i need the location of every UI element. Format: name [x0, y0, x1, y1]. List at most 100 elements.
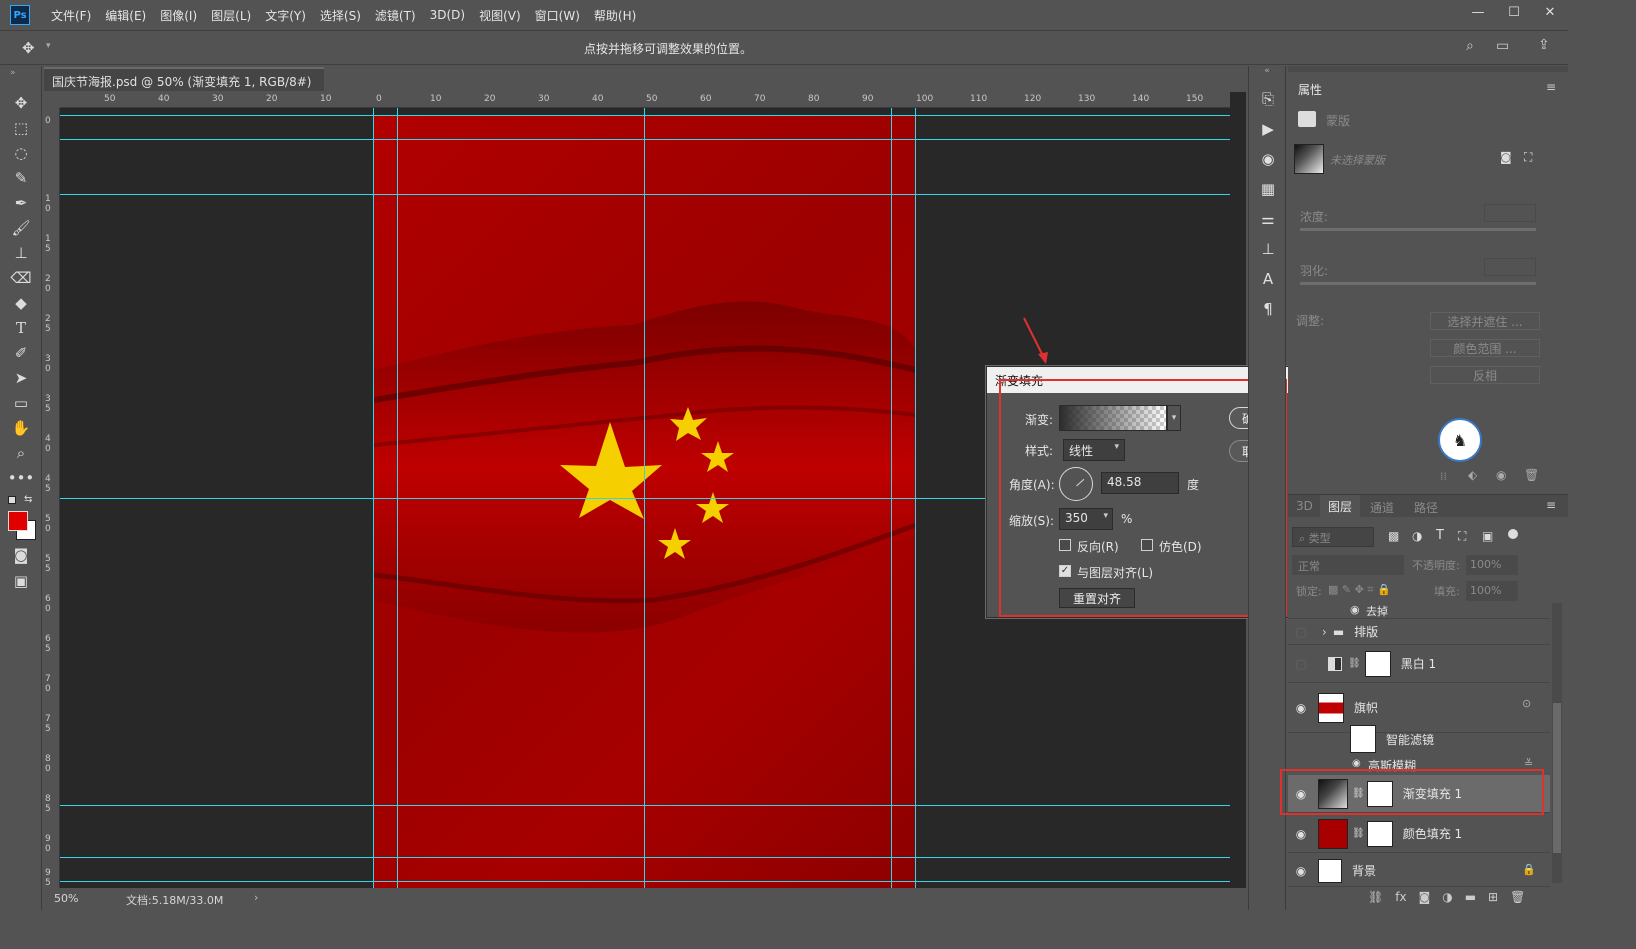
blend-mode-select[interactable]: 正常 [1292, 555, 1404, 575]
menu-file[interactable]: 文件(F) [44, 7, 98, 24]
opacity-input[interactable]: 100% [1466, 555, 1518, 575]
zoom-level[interactable]: 50% [54, 892, 78, 905]
marquee-icon[interactable]: ⬚ [0, 115, 42, 140]
trash-icon[interactable]: 🗑 [1524, 468, 1539, 482]
lasso-icon[interactable]: ◌ [0, 140, 42, 165]
paint-bucket-icon[interactable]: ◆ [0, 290, 42, 315]
trash-icon[interactable]: 🗑 [1510, 890, 1525, 904]
feather-slider[interactable] [1300, 282, 1536, 285]
layer-effect-row[interactable]: ◉ 去掉 [1288, 603, 1550, 619]
stamp-icon[interactable]: ⊥ [0, 240, 42, 265]
search-icon[interactable]: ⌕ [1466, 38, 1474, 54]
pen-icon[interactable]: ✐ [0, 340, 42, 365]
quick-mask-icon[interactable]: ◙ [0, 542, 42, 567]
new-group-icon[interactable]: ▬ [1465, 890, 1476, 904]
adjustment-layer-icon[interactable]: ◑ [1442, 890, 1452, 904]
new-layer-icon[interactable]: ⊞ [1488, 890, 1498, 904]
brush-icon[interactable]: 🖌 [0, 215, 42, 240]
link-layers-icon[interactable]: ⛓ [1368, 890, 1383, 904]
menu-window[interactable]: 窗口(W) [528, 7, 587, 24]
share-icon[interactable]: ⇪ [1538, 37, 1550, 53]
horizontal-ruler[interactable]: 50 40 30 20 10 0 10 20 30 40 50 60 70 80… [60, 92, 1230, 108]
filter-toggle-icon[interactable] [1508, 529, 1518, 539]
type-icon[interactable]: T [0, 315, 42, 340]
tab-paths[interactable]: 路径 [1414, 499, 1438, 516]
move-icon[interactable]: ✥ [0, 90, 42, 115]
rectangle-icon[interactable]: ▭ [0, 390, 42, 415]
default-colors-icon[interactable] [8, 496, 16, 504]
visibility-toggle[interactable]: ▢ [1288, 657, 1314, 671]
screen-mode-icon[interactable]: ▣ [0, 568, 42, 593]
guide-line[interactable] [60, 857, 1230, 858]
layer-row[interactable]: ◉ 背景 🔒 [1288, 855, 1550, 887]
character-icon[interactable]: A [1249, 264, 1287, 294]
fill-input[interactable]: 100% [1466, 581, 1518, 601]
smart-filter-icon[interactable]: ⊙ [1522, 697, 1531, 710]
collapse-icon[interactable]: « [1249, 66, 1285, 84]
layers-scrollbar[interactable] [1552, 603, 1562, 883]
guide-line[interactable] [60, 194, 1230, 195]
guide-line[interactable] [60, 139, 1230, 140]
stamp-panel-icon[interactable]: ⊥ [1249, 234, 1287, 264]
path-select-icon[interactable]: ➤ [0, 365, 42, 390]
eye-icon[interactable]: ◉ [1352, 758, 1361, 769]
background-thumbnail[interactable] [1318, 858, 1342, 883]
quick-select-icon[interactable]: ✎ [0, 165, 42, 190]
lock-icons[interactable]: ▩ ✎ ✥ ⌗ 🔒 [1328, 583, 1391, 597]
more-tools-icon[interactable]: ••• [0, 465, 42, 490]
vector-mask-icon[interactable]: ⛶ [1524, 150, 1532, 165]
layer-row[interactable]: ◉ ⛓ 颜色填充 1 [1288, 815, 1550, 853]
hand-icon[interactable]: ✋ [0, 415, 42, 440]
eye-icon[interactable]: ◉ [1288, 864, 1314, 878]
filter-adjust-icon[interactable]: ◑ [1412, 529, 1422, 543]
adjustments-icon[interactable]: ⚌ [1249, 204, 1287, 234]
workspace-icon[interactable]: ▭ [1496, 38, 1509, 54]
menu-image[interactable]: 图像(I) [153, 7, 204, 24]
color-palette-icon[interactable]: ◉ [1249, 144, 1287, 174]
vertical-ruler[interactable]: 0 1 0 1 5 2 0 2 5 3 0 3 5 4 0 4 5 5 0 5 … [44, 108, 60, 888]
eye-icon[interactable]: ◉ [1288, 701, 1314, 715]
fx-icon[interactable]: fx [1395, 890, 1406, 904]
zoom-icon[interactable]: ⌕ [0, 440, 42, 465]
eye-icon[interactable]: ◉ [1350, 603, 1360, 616]
visibility-toggle[interactable]: ▢ [1288, 625, 1314, 639]
invert-button[interactable]: 反相 [1430, 366, 1540, 384]
smart-object-thumbnail[interactable] [1318, 692, 1344, 723]
history-icon[interactable]: ⎘ [1249, 84, 1287, 114]
add-mask-icon[interactable]: ◙ [1419, 890, 1431, 904]
menu-select[interactable]: 选择(S) [313, 7, 368, 24]
collapse-icon[interactable]: » [0, 66, 41, 90]
scrollbar-thumb[interactable] [1553, 703, 1561, 853]
paragraph-icon[interactable]: ¶ [1249, 294, 1287, 324]
layer-row[interactable]: ▢ ⛓ 黑白 1 [1288, 645, 1550, 683]
density-input[interactable] [1484, 204, 1536, 222]
properties-tab[interactable]: 属性 [1298, 81, 1322, 98]
close-icon[interactable]: ✕ [1532, 0, 1568, 24]
filter-shape-icon[interactable]: ⛶ [1458, 529, 1466, 544]
maximize-icon[interactable]: ☐ [1496, 0, 1532, 24]
tab-layers[interactable]: 图层 [1320, 495, 1361, 517]
chevron-right-icon[interactable]: › [254, 891, 258, 904]
menu-view[interactable]: 视图(V) [472, 7, 528, 24]
apply-mask-icon[interactable]: ⬖ [1468, 468, 1477, 482]
canvas-artboard[interactable] [374, 115, 916, 888]
density-slider[interactable] [1300, 228, 1536, 231]
layer-row[interactable]: ▢ › ▬ 排版 [1288, 619, 1550, 645]
menu-3d[interactable]: 3D(D) [423, 8, 472, 22]
visibility-icon[interactable]: ◉ [1496, 468, 1506, 482]
tab-channels[interactable]: 通道 [1370, 499, 1394, 516]
swatches-grid-icon[interactable]: ▦ [1249, 174, 1287, 204]
layer-row[interactable]: 智能滤镜 [1288, 721, 1550, 757]
minimize-icon[interactable]: — [1460, 0, 1496, 24]
swap-colors-icon[interactable]: ⇆ [24, 494, 32, 505]
guide-line[interactable] [60, 805, 1230, 806]
feather-input[interactable] [1484, 258, 1536, 276]
tab-3d[interactable]: 3D [1296, 499, 1313, 513]
panel-menu-icon[interactable]: ≡ [1546, 498, 1556, 512]
layer-filter-select[interactable]: ⌕ 类型 [1292, 527, 1374, 547]
actions-play-icon[interactable]: ▶ [1249, 114, 1287, 144]
filter-pixel-icon[interactable]: ▩ [1388, 529, 1399, 543]
guide-line[interactable] [60, 115, 1230, 116]
mask-selection-icon[interactable]: ⁞⁞ [1440, 470, 1447, 483]
menu-edit[interactable]: 编辑(E) [98, 7, 153, 24]
